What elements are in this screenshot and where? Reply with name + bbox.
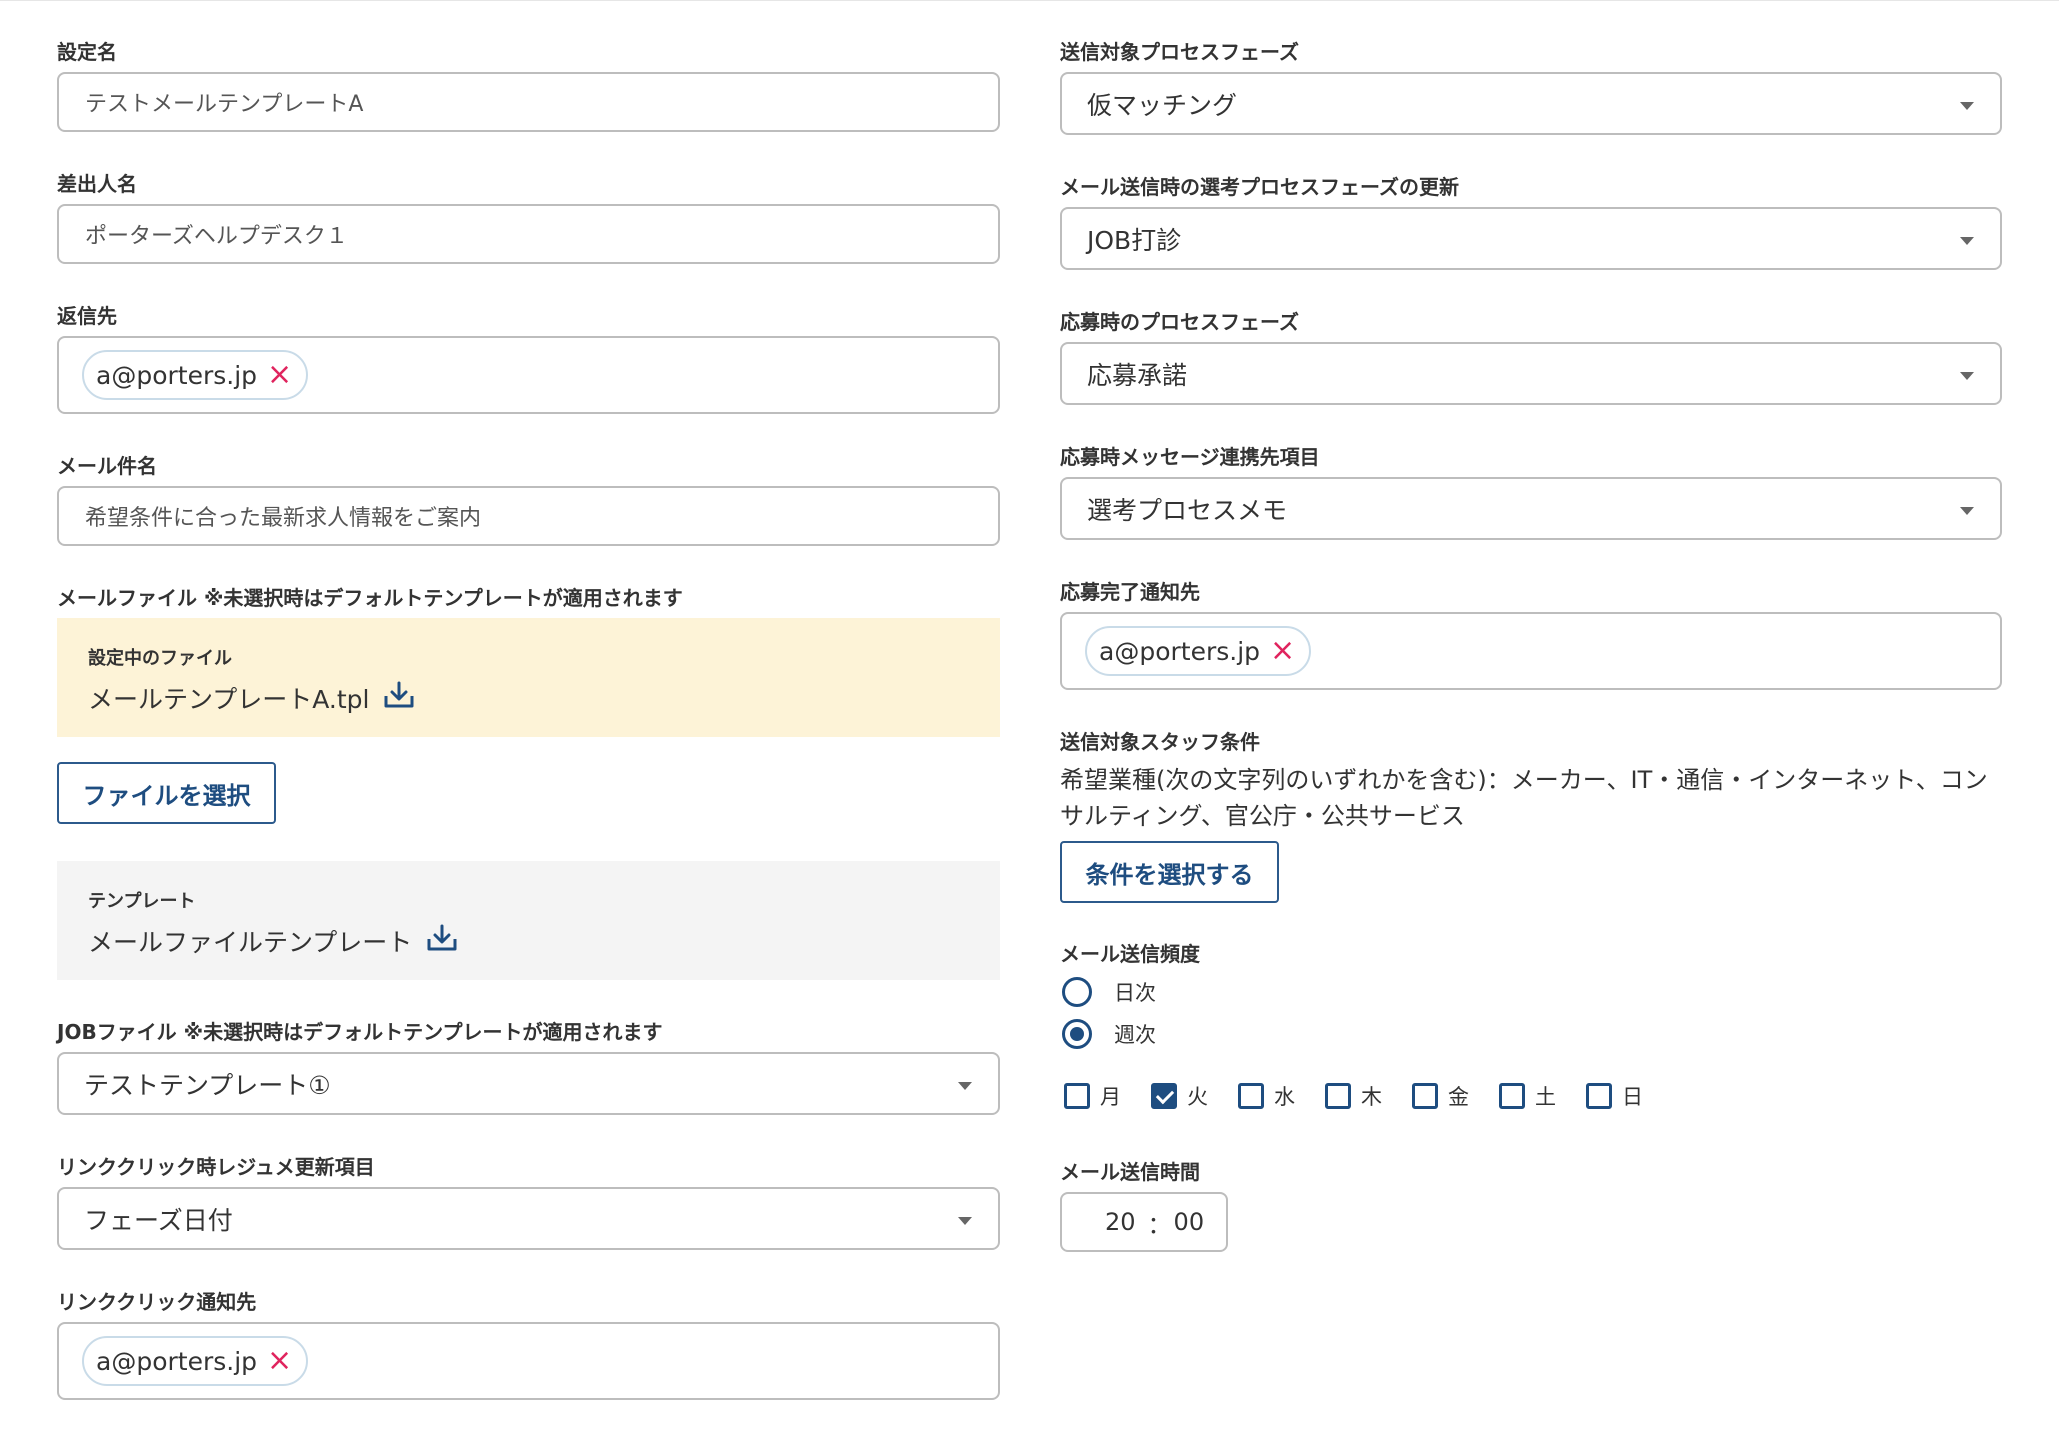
frequency-label: メール送信頻度 bbox=[1060, 942, 1200, 966]
apply-phase-select[interactable]: 応募承諾 bbox=[1060, 342, 2002, 405]
day-sat-checkbox[interactable]: 土 bbox=[1499, 1081, 1556, 1111]
apply-message-label: 応募時メッセージ連携先項目 bbox=[1060, 445, 1320, 469]
day-sat-label: 土 bbox=[1535, 1085, 1556, 1109]
job-file-select[interactable]: テストテンプレート① bbox=[57, 1052, 1000, 1115]
remove-tag-icon[interactable]: × bbox=[267, 360, 292, 390]
apply-phase-value: 応募承諾 bbox=[1087, 360, 1188, 390]
send-time-hour[interactable]: 20 bbox=[1105, 1208, 1136, 1236]
link-notify-tag-text: a@porters.jp bbox=[96, 1346, 258, 1376]
day-thu-label: 木 bbox=[1361, 1085, 1382, 1109]
chevron-down-icon bbox=[958, 1081, 972, 1090]
day-sun-label: 日 bbox=[1622, 1085, 1643, 1109]
setting-name-value: テストメールテンプレートA bbox=[85, 92, 364, 117]
checkbox-unchecked-icon[interactable] bbox=[1064, 1083, 1090, 1109]
checkbox-unchecked-icon[interactable] bbox=[1412, 1083, 1438, 1109]
top-divider bbox=[0, 0, 2059, 1]
link-resume-update-select[interactable]: フェーズ日付 bbox=[57, 1187, 1000, 1250]
apply-message-value: 選考プロセスメモ bbox=[1087, 495, 1288, 525]
current-file-row: メールテンプレートA.tpl bbox=[88, 680, 415, 716]
apply-notify-tag: a@porters.jp × bbox=[1085, 626, 1312, 676]
chevron-down-icon bbox=[1960, 371, 1974, 380]
reply-to-tag: a@porters.jp × bbox=[82, 350, 309, 400]
target-phase-select[interactable]: 仮マッチング bbox=[1060, 72, 2002, 135]
chevron-down-icon bbox=[1960, 236, 1974, 245]
radio-checked-icon[interactable] bbox=[1062, 1019, 1092, 1049]
download-icon[interactable] bbox=[383, 680, 415, 716]
day-mon-label: 月 bbox=[1100, 1085, 1121, 1109]
send-time-separator: ： bbox=[1147, 1210, 1172, 1239]
current-file-panel: 設定中のファイル メールテンプレートA.tpl bbox=[57, 618, 1000, 737]
update-phase-select[interactable]: JOB打診 bbox=[1060, 207, 2002, 270]
day-tue-label: 火 bbox=[1187, 1085, 1208, 1109]
staff-condition-line-2: サルティング、官公庁・公共サービス bbox=[1060, 802, 1465, 830]
target-phase-value: 仮マッチング bbox=[1087, 90, 1238, 120]
send-time-minute[interactable]: 00 bbox=[1174, 1208, 1205, 1236]
apply-message-select[interactable]: 選考プロセスメモ bbox=[1060, 477, 2002, 540]
send-time-label: メール送信時間 bbox=[1060, 1160, 1200, 1184]
sender-name-input[interactable]: ポーターズヘルプデスク１ bbox=[57, 204, 1000, 264]
day-fri-checkbox[interactable]: 金 bbox=[1412, 1081, 1469, 1111]
subject-label: メール件名 bbox=[57, 454, 157, 478]
job-file-label: JOBファイル ※未選択時はデフォルトテンプレートが適用されます bbox=[57, 1020, 663, 1044]
update-phase-label: メール送信時の選考プロセスフェーズの更新 bbox=[1060, 175, 1459, 199]
chevron-down-icon bbox=[1960, 101, 1974, 110]
radio-unchecked-icon[interactable] bbox=[1062, 977, 1092, 1007]
job-file-value: テストテンプレート① bbox=[84, 1070, 331, 1100]
link-resume-update-value: フェーズ日付 bbox=[84, 1205, 233, 1235]
apply-phase-label: 応募時のプロセスフェーズ bbox=[1060, 310, 1299, 334]
template-panel: テンプレート メールファイルテンプレート bbox=[57, 861, 1000, 980]
remove-tag-icon[interactable]: × bbox=[267, 1346, 292, 1376]
frequency-weekly-radio[interactable]: 週次 bbox=[1062, 1019, 1156, 1049]
send-time-input[interactable]: 20 ： 00 bbox=[1060, 1192, 1228, 1252]
update-phase-value: JOB打診 bbox=[1087, 225, 1182, 255]
staff-condition-label: 送信対象スタッフ条件 bbox=[1060, 730, 1260, 754]
select-file-button[interactable]: ファイルを選択 bbox=[57, 762, 276, 824]
mail-file-label: メールファイル ※未選択時はデフォルトテンプレートが適用されます bbox=[57, 586, 683, 610]
remove-tag-icon[interactable]: × bbox=[1270, 636, 1295, 666]
day-fri-label: 金 bbox=[1448, 1085, 1469, 1109]
apply-notify-field[interactable]: a@porters.jp × bbox=[1060, 612, 2002, 690]
download-icon[interactable] bbox=[426, 923, 458, 959]
link-notify-label: リンククリック通知先 bbox=[57, 1290, 257, 1314]
template-file-row: メールファイルテンプレート bbox=[88, 923, 458, 959]
target-phase-label: 送信対象プロセスフェーズ bbox=[1060, 40, 1299, 64]
chevron-down-icon bbox=[958, 1216, 972, 1225]
checkbox-unchecked-icon[interactable] bbox=[1499, 1083, 1525, 1109]
subject-input[interactable]: 希望条件に合った最新求人情報をご案内 bbox=[57, 486, 1000, 546]
sender-name-value: ポーターズヘルプデスク１ bbox=[85, 224, 348, 249]
apply-notify-tag-text: a@porters.jp bbox=[1099, 636, 1261, 666]
link-notify-tag: a@porters.jp × bbox=[82, 1336, 309, 1386]
day-wed-checkbox[interactable]: 水 bbox=[1238, 1081, 1295, 1111]
staff-condition-line-1: 希望業種(次の文字列のいずれかを含む)：メーカー、IT・通信・インターネット、コ… bbox=[1060, 766, 1988, 794]
sender-name-label: 差出人名 bbox=[57, 172, 137, 196]
link-notify-field[interactable]: a@porters.jp × bbox=[57, 1322, 1000, 1400]
template-file-name[interactable]: メールファイルテンプレート bbox=[88, 923, 412, 959]
day-wed-label: 水 bbox=[1274, 1085, 1295, 1109]
chevron-down-icon bbox=[1960, 506, 1974, 515]
link-resume-update-label: リンククリック時レジュメ更新項目 bbox=[57, 1155, 375, 1179]
frequency-daily-label: 日次 bbox=[1114, 981, 1156, 1005]
day-thu-checkbox[interactable]: 木 bbox=[1325, 1081, 1382, 1111]
day-mon-checkbox[interactable]: 月 bbox=[1064, 1081, 1121, 1111]
day-sun-checkbox[interactable]: 日 bbox=[1586, 1081, 1643, 1111]
checkbox-checked-icon[interactable] bbox=[1151, 1083, 1177, 1109]
reply-to-label: 返信先 bbox=[57, 304, 117, 328]
checkbox-unchecked-icon[interactable] bbox=[1325, 1083, 1351, 1109]
current-file-name[interactable]: メールテンプレートA.tpl bbox=[88, 680, 369, 716]
subject-value: 希望条件に合った最新求人情報をご案内 bbox=[85, 506, 482, 531]
staff-condition-text: 希望業種(次の文字列のいずれかを含む)：メーカー、IT・通信・インターネット、コ… bbox=[1060, 762, 2010, 834]
apply-notify-label: 応募完了通知先 bbox=[1060, 580, 1200, 604]
frequency-weekly-label: 週次 bbox=[1114, 1023, 1156, 1047]
reply-to-tag-text: a@porters.jp bbox=[96, 360, 258, 390]
checkbox-unchecked-icon[interactable] bbox=[1586, 1083, 1612, 1109]
day-tue-checkbox[interactable]: 火 bbox=[1151, 1081, 1208, 1111]
template-label: テンプレート bbox=[88, 891, 196, 912]
current-file-label: 設定中のファイル bbox=[88, 648, 232, 669]
select-condition-button[interactable]: 条件を選択する bbox=[1060, 841, 1279, 903]
setting-name-input[interactable]: テストメールテンプレートA bbox=[57, 72, 1000, 132]
setting-name-label: 設定名 bbox=[57, 40, 117, 64]
checkbox-unchecked-icon[interactable] bbox=[1238, 1083, 1264, 1109]
frequency-daily-radio[interactable]: 日次 bbox=[1062, 977, 1156, 1007]
reply-to-field[interactable]: a@porters.jp × bbox=[57, 336, 1000, 414]
